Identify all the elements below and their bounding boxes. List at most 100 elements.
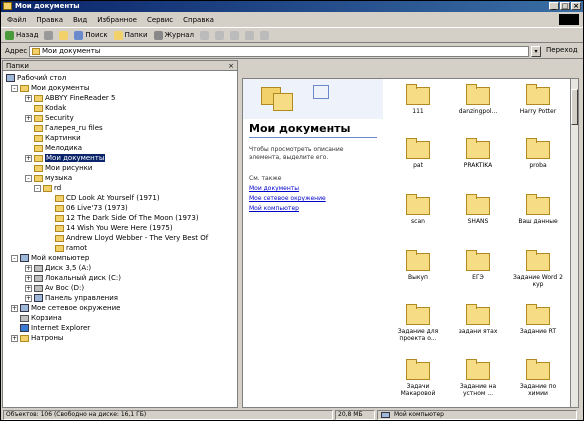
close-pane-button[interactable]: × <box>228 61 234 71</box>
tree-item[interactable]: Мое сетевое окружение <box>31 304 120 312</box>
tree-item-selected[interactable]: Мои документы <box>45 154 106 162</box>
file-item[interactable]: Задание по химии <box>513 359 563 397</box>
file-item[interactable]: Задание Word 2 кур <box>513 250 563 288</box>
minimize-button[interactable]: _ <box>549 2 559 10</box>
menu-help[interactable]: Справка <box>183 16 214 24</box>
cd-drive-icon <box>34 284 43 292</box>
file-item[interactable]: scan <box>393 194 443 225</box>
search-button[interactable]: Поиск <box>74 30 108 40</box>
folder-icon <box>526 84 550 105</box>
tree-item[interactable]: Мои документы <box>31 84 89 92</box>
file-item[interactable]: задани ятах <box>453 304 503 335</box>
delete-icon <box>229 30 239 40</box>
maximize-button[interactable]: □ <box>560 2 570 10</box>
tree-item[interactable]: Kodak <box>45 104 66 112</box>
folder-icon <box>34 134 43 142</box>
drive-icon <box>34 274 43 282</box>
floppy-icon <box>34 264 43 272</box>
tree-item[interactable]: ramot <box>66 244 87 252</box>
tree-item[interactable]: Рабочий стол <box>17 74 66 82</box>
folder-icon <box>406 250 430 271</box>
folders-button[interactable]: Папки <box>113 30 148 40</box>
folder-icon <box>55 224 64 232</box>
tree-item[interactable]: 12 The Dark Side Of The Moon (1973) <box>66 214 199 222</box>
folder-icon <box>406 194 430 215</box>
tree-item[interactable]: Мой компьютер <box>31 254 89 262</box>
file-item[interactable]: danzingpol... <box>453 84 503 115</box>
folder-icon <box>34 94 43 102</box>
file-item[interactable]: PRAKTIKA <box>453 138 503 169</box>
file-item[interactable]: SHANS <box>453 194 503 225</box>
tree-item[interactable]: Internet Explorer <box>31 324 90 332</box>
folder-icon <box>526 138 550 159</box>
folder-icon <box>55 204 64 212</box>
tree-item[interactable]: rd <box>54 184 61 192</box>
address-input[interactable]: Мои документы <box>29 46 529 57</box>
file-item[interactable]: Выкуп <box>393 250 443 281</box>
folder-icon <box>55 194 64 202</box>
file-item[interactable]: ЕГЭ <box>453 250 503 281</box>
scroll-thumb[interactable] <box>571 89 578 125</box>
tree-item[interactable]: Andrew Lloyd Webber - The Very Best Of <box>66 234 208 242</box>
link-my-computer[interactable]: Мой компьютер <box>249 205 299 212</box>
tree-item[interactable]: Картинки <box>45 134 81 142</box>
windows-logo <box>559 14 579 25</box>
tree-item[interactable]: Мелодика <box>45 144 82 152</box>
go-button[interactable]: Переход <box>546 46 578 54</box>
status-size: 20,8 МБ <box>335 410 375 420</box>
file-item[interactable]: proba <box>513 138 563 169</box>
move-to-button[interactable] <box>199 30 209 40</box>
address-label: Адрес <box>5 47 28 55</box>
tree-item[interactable]: CD Look At Yourself (1971) <box>66 194 160 202</box>
link-my-documents[interactable]: Мои документы <box>249 185 299 192</box>
history-button[interactable]: Журнал <box>153 30 194 40</box>
delete-button[interactable] <box>229 30 239 40</box>
tree-item[interactable]: Натроны <box>31 334 63 342</box>
tree-item[interactable]: Диск 3,5 (A:) <box>45 264 91 272</box>
file-item[interactable]: Задание RT <box>513 304 563 335</box>
status-objects: Объектов: 106 (Свободно на диске: 16,1 Г… <box>3 410 333 420</box>
link-network[interactable]: Мое сетевое окружение <box>249 195 326 202</box>
folder-icon <box>55 234 64 242</box>
close-button[interactable]: × <box>571 2 581 10</box>
address-dropdown[interactable]: ▾ <box>531 46 541 57</box>
tree-item[interactable]: Security <box>45 114 74 122</box>
views-button[interactable] <box>259 30 269 40</box>
file-item[interactable]: Задание для проекта о... <box>393 304 443 342</box>
menu-view[interactable]: Вид <box>73 16 87 24</box>
menu-tools[interactable]: Сервис <box>147 16 173 24</box>
undo-button[interactable] <box>244 30 254 40</box>
file-item[interactable]: Ваш данные <box>513 194 563 225</box>
file-item[interactable]: pat <box>393 138 443 169</box>
copy-to-button[interactable] <box>214 30 224 40</box>
tree-item[interactable]: 14 Wish You Were Here (1975) <box>66 224 173 232</box>
tree-item[interactable]: Мои рисунки <box>45 164 92 172</box>
web-view-panel: Мои документы Чтобы просмотреть описание… <box>243 79 383 407</box>
folder-icon <box>34 114 43 122</box>
tree-item[interactable]: музыка <box>45 174 72 182</box>
back-arrow-icon <box>5 30 14 40</box>
menu-file[interactable]: Файл <box>7 16 26 24</box>
back-button[interactable]: Назад <box>5 30 38 40</box>
web-view-title: Мои документы <box>249 122 351 135</box>
tree-item[interactable]: Корзина <box>31 314 62 322</box>
file-item[interactable]: Задачи Макаровой <box>393 359 443 397</box>
folder-icon <box>526 359 550 380</box>
move-icon <box>199 30 209 40</box>
vertical-scrollbar[interactable] <box>570 79 578 407</box>
forward-button[interactable] <box>44 30 54 40</box>
tree-item[interactable]: 06 Live'73 (1973) <box>66 204 128 212</box>
file-item[interactable]: Harry Potter <box>513 84 563 115</box>
menu-edit[interactable]: Правка <box>36 16 63 24</box>
folder-icon <box>20 334 29 342</box>
tree-item[interactable]: ABBYY FineReader 5 <box>45 94 115 102</box>
file-item[interactable]: 111 <box>393 84 443 115</box>
up-button[interactable] <box>59 30 69 40</box>
menu-bar: Файл Правка Вид Избранное Сервис Справка <box>1 13 583 26</box>
file-item[interactable]: Задание на устном ... <box>453 359 503 397</box>
tree-item[interactable]: Av Вос (D:) <box>45 284 84 292</box>
tree-item[interactable]: Панель управления <box>45 294 118 302</box>
tree-item[interactable]: Галерея_ru files <box>45 124 103 132</box>
tree-item[interactable]: Локальный диск (C:) <box>45 274 121 282</box>
menu-favorites[interactable]: Избранное <box>97 16 137 24</box>
